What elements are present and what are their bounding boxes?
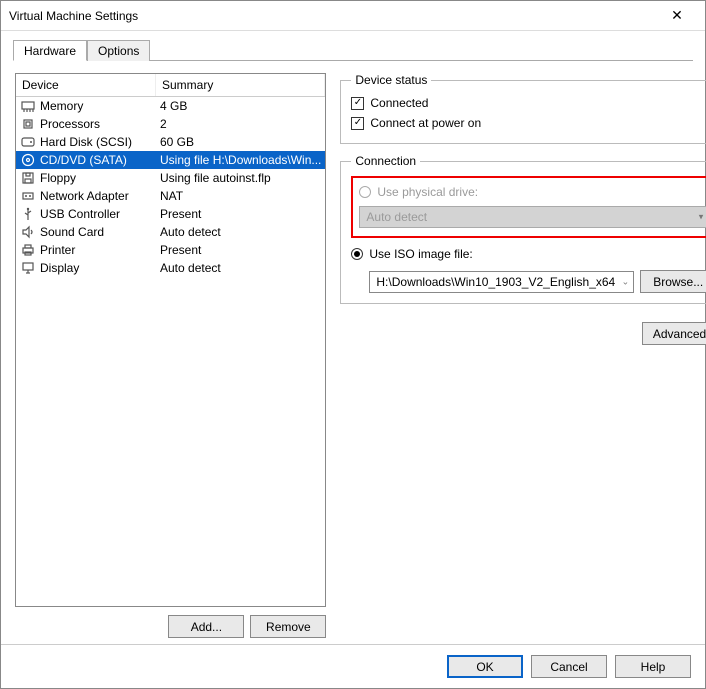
cd-icon	[20, 152, 36, 168]
device-status-legend: Device status	[351, 73, 431, 87]
list-item[interactable]: FloppyUsing file autoinst.flp	[16, 169, 325, 187]
add-button[interactable]: Add...	[168, 615, 244, 638]
left-panel: Device Summary Memory4 GBProcessors2Hard…	[15, 73, 326, 638]
settings-window: Virtual Machine Settings ✕ Hardware Opti…	[0, 0, 706, 689]
tab-options[interactable]: Options	[87, 40, 150, 61]
list-item[interactable]: Memory4 GB	[16, 97, 325, 115]
memory-icon	[20, 98, 36, 114]
browse-button[interactable]: Browse...	[640, 270, 706, 293]
iso-file-select[interactable]: H:\Downloads\Win10_1903_V2_English_x64 ⌄	[369, 271, 634, 293]
list-header: Device Summary	[16, 74, 325, 97]
iso-label: Use ISO image file:	[369, 247, 472, 261]
column-header-summary[interactable]: Summary	[156, 74, 325, 96]
chevron-down-icon[interactable]: ⌄	[622, 276, 630, 287]
usb-icon	[20, 206, 36, 222]
connected-row[interactable]: ✓ Connected	[351, 93, 706, 113]
disk-icon	[20, 134, 36, 150]
iso-file-row: H:\Downloads\Win10_1903_V2_English_x64 ⌄…	[369, 270, 706, 293]
list-item[interactable]: USB ControllerPresent	[16, 205, 325, 223]
iso-row-radio[interactable]: Use ISO image file:	[351, 244, 706, 264]
device-summary: Present	[158, 243, 321, 257]
physical-drive-label: Use physical drive:	[377, 185, 478, 199]
list-item[interactable]: Sound CardAuto detect	[16, 223, 325, 241]
cancel-button[interactable]: Cancel	[531, 655, 607, 678]
device-summary: 60 GB	[158, 135, 321, 149]
device-summary: 4 GB	[158, 99, 321, 113]
dialog-footer: OK Cancel Help	[1, 644, 705, 688]
device-name: Network Adapter	[40, 189, 158, 203]
device-name: Processors	[40, 117, 158, 131]
list-item[interactable]: PrinterPresent	[16, 241, 325, 259]
device-name: Sound Card	[40, 225, 158, 239]
device-summary: Using file H:\Downloads\Win...	[158, 153, 321, 167]
printer-icon	[20, 242, 36, 258]
sound-icon	[20, 224, 36, 240]
device-summary: 2	[158, 117, 321, 131]
floppy-icon	[20, 170, 36, 186]
cpu-icon	[20, 116, 36, 132]
tab-strip: Hardware Options	[13, 39, 693, 61]
tab-hardware[interactable]: Hardware	[13, 40, 87, 61]
device-summary: Auto detect	[158, 225, 321, 239]
column-header-device[interactable]: Device	[16, 74, 156, 96]
checkbox-icon[interactable]: ✓	[351, 97, 364, 110]
list-body: Memory4 GBProcessors2Hard Disk (SCSI)60 …	[16, 97, 325, 606]
physical-drive-row: Use physical drive:	[359, 182, 706, 202]
checkbox-icon[interactable]: ✓	[351, 117, 364, 130]
connect-power-on-label: Connect at power on	[370, 116, 481, 130]
close-icon[interactable]: ✕	[657, 7, 697, 24]
advanced-button[interactable]: Advanced...	[642, 322, 706, 345]
device-summary: NAT	[158, 189, 321, 203]
connected-label: Connected	[370, 96, 428, 110]
right-panel: Device status ✓ Connected ✓ Connect at p…	[340, 73, 706, 638]
radio-icon	[359, 186, 371, 198]
device-name: Printer	[40, 243, 158, 257]
device-name: USB Controller	[40, 207, 158, 221]
device-summary: Using file autoinst.flp	[158, 171, 321, 185]
help-button[interactable]: Help	[615, 655, 691, 678]
device-name: Display	[40, 261, 158, 275]
chevron-down-icon: ▾	[699, 212, 704, 223]
connection-legend: Connection	[351, 154, 420, 168]
network-icon	[20, 188, 36, 204]
iso-file-value: H:\Downloads\Win10_1903_V2_English_x64	[376, 275, 615, 289]
device-name: CD/DVD (SATA)	[40, 153, 158, 167]
physical-drive-value: Auto detect	[366, 210, 427, 224]
list-item[interactable]: CD/DVD (SATA)Using file H:\Downloads\Win…	[16, 151, 325, 169]
physical-drive-select: Auto detect ▾	[359, 206, 706, 228]
remove-button[interactable]: Remove	[250, 615, 326, 638]
device-summary: Present	[158, 207, 321, 221]
display-icon	[20, 260, 36, 276]
device-status-group: Device status ✓ Connected ✓ Connect at p…	[340, 73, 706, 144]
connect-power-on-row[interactable]: ✓ Connect at power on	[351, 113, 706, 133]
window-title: Virtual Machine Settings	[9, 9, 657, 23]
physical-drive-highlight: Use physical drive: Auto detect ▾	[351, 176, 706, 238]
radio-icon[interactable]	[351, 248, 363, 260]
device-name: Floppy	[40, 171, 158, 185]
main-panels: Device Summary Memory4 GBProcessors2Hard…	[13, 61, 693, 644]
device-name: Memory	[40, 99, 158, 113]
list-item[interactable]: DisplayAuto detect	[16, 259, 325, 277]
titlebar: Virtual Machine Settings ✕	[1, 1, 705, 31]
advanced-row: Advanced...	[340, 322, 706, 345]
list-item[interactable]: Hard Disk (SCSI)60 GB	[16, 133, 325, 151]
device-list[interactable]: Device Summary Memory4 GBProcessors2Hard…	[15, 73, 326, 607]
device-summary: Auto detect	[158, 261, 321, 275]
connection-group: Connection Use physical drive: Auto dete…	[340, 154, 706, 304]
list-item[interactable]: Processors2	[16, 115, 325, 133]
list-item[interactable]: Network AdapterNAT	[16, 187, 325, 205]
device-list-buttons: Add... Remove	[15, 607, 326, 638]
content-area: Hardware Options Device Summary Memory4 …	[1, 31, 705, 644]
device-name: Hard Disk (SCSI)	[40, 135, 158, 149]
ok-button[interactable]: OK	[447, 655, 523, 678]
